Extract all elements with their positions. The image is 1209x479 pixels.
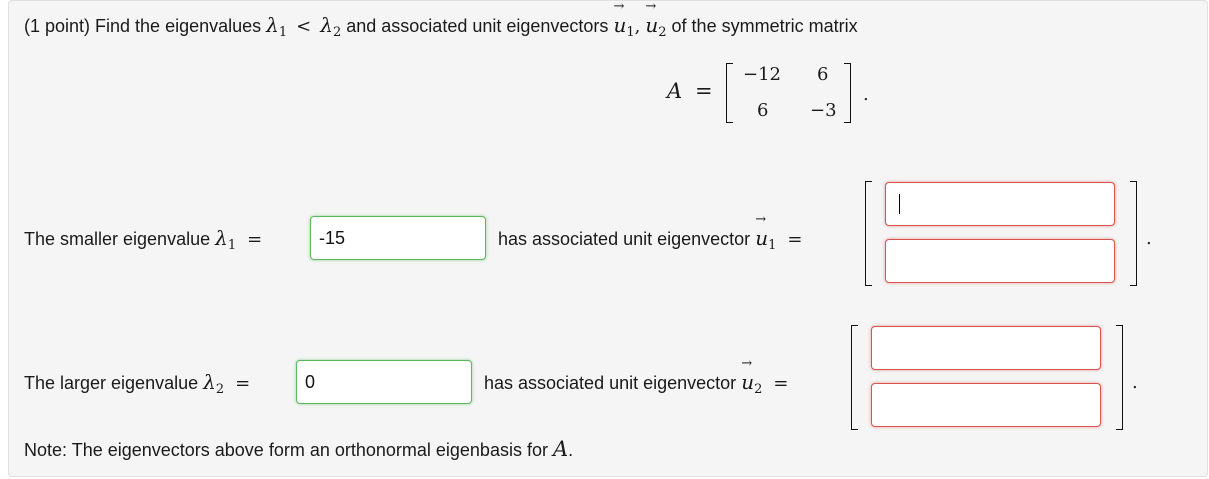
smaller-eigenvalue-input[interactable] [310, 216, 486, 260]
question-text: (1 point) Find the eigenvalues λ1 < λ2 a… [24, 0, 858, 40]
u1-vector-symbol: u1 [613, 0, 634, 40]
larger-eigenvalue-input[interactable] [296, 360, 472, 404]
matrix-cell: −3 [810, 100, 837, 121]
question-suffix: of the symmetric matrix [671, 16, 858, 36]
matrix-period: . [863, 84, 869, 105]
u2-left-bracket [851, 325, 858, 430]
u1-component-2-input[interactable] [885, 239, 1115, 283]
matrix-equals: = [695, 79, 713, 103]
u1-right-bracket [1130, 181, 1137, 286]
u2-vector-symbol: u2 [645, 0, 666, 40]
matrix-cell: 6 [757, 100, 769, 121]
matrix-name: A [667, 79, 683, 103]
larger-eigenvalue-label: The larger eigenvalue λ2 = [24, 370, 251, 397]
matrix-a-symbol: A [552, 437, 569, 461]
u1-component-1-input[interactable] [885, 182, 1115, 226]
question-mid: and associated unit eigenvectors [346, 16, 609, 36]
note-text: Note: The eigenvectors above form an ort… [24, 437, 574, 461]
u2-label: has associated unit eigenvector u2 = [484, 356, 788, 397]
matrix-cell: −12 [743, 64, 781, 85]
lambda1-symbol: λ1 [215, 226, 237, 253]
u2-period: . [1132, 372, 1138, 393]
less-than-symbol: < [296, 16, 312, 37]
smaller-eigenvalue-label: The smaller eigenvalue λ1 = [24, 226, 263, 253]
u1-label: has associated unit eigenvector u1 = [498, 212, 802, 253]
text-cursor [899, 194, 900, 214]
u2-right-bracket [1116, 325, 1123, 430]
question-prefix: (1 point) Find the eigenvalues [24, 16, 262, 36]
matrix-cell: 6 [817, 64, 829, 85]
u2-component-2-input[interactable] [871, 383, 1101, 427]
matrix-left-bracket [726, 63, 733, 123]
u1-period: . [1146, 228, 1152, 249]
u1-left-bracket [865, 181, 872, 286]
u2-component-1-input[interactable] [871, 326, 1101, 370]
matrix-right-bracket [844, 63, 851, 123]
u1-vector-symbol: u1 [755, 212, 776, 253]
u2-vector-symbol: u2 [741, 356, 762, 397]
lambda2-symbol: λ2 [320, 13, 342, 40]
lambda1-symbol: λ1 [266, 13, 288, 40]
lambda2-symbol: λ2 [203, 370, 225, 397]
